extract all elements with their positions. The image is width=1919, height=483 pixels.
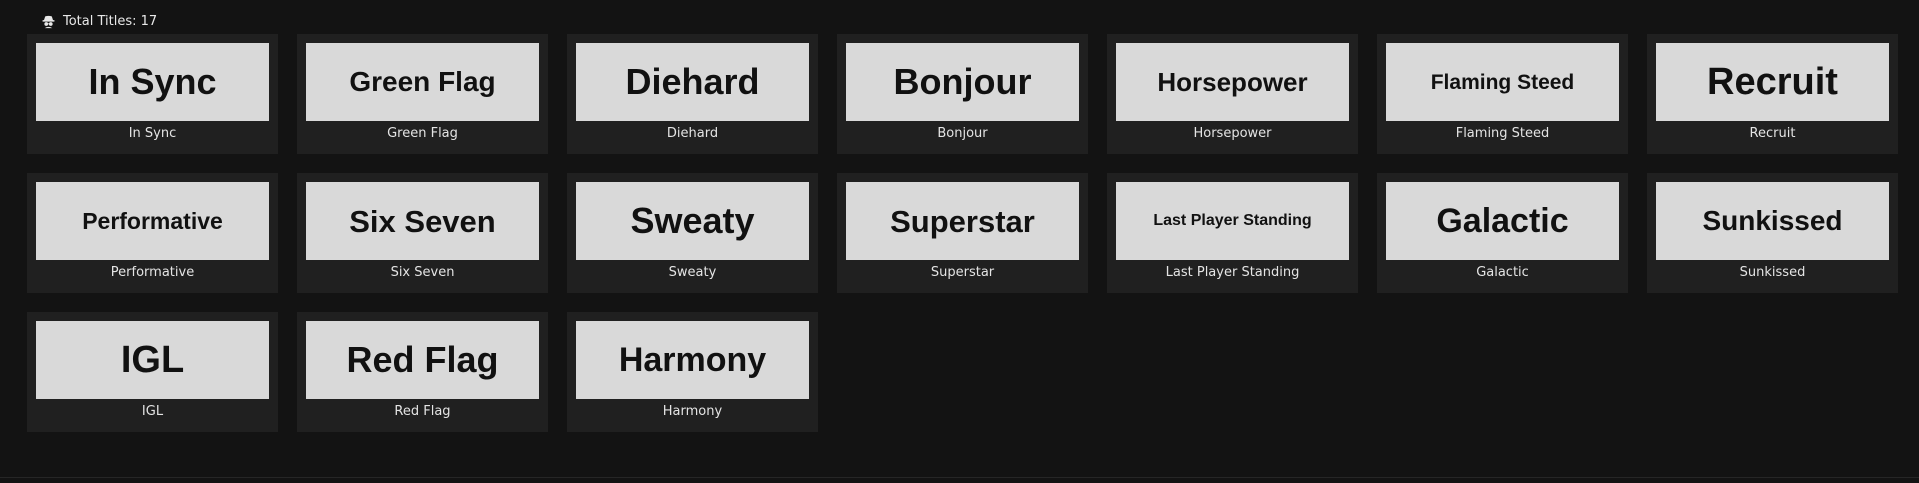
title-plate-text: In Sync [88, 61, 217, 102]
title-card[interactable]: Performative Performative [27, 173, 278, 293]
title-plate: Sweaty [576, 182, 809, 260]
title-caption: Flaming Steed [1455, 126, 1550, 141]
title-card[interactable]: Green Flag Green Flag [297, 34, 548, 154]
title-plate: Diehard [576, 43, 809, 121]
title-caption: Six Seven [390, 265, 455, 280]
title-card[interactable]: Recruit Recruit [1647, 34, 1898, 154]
title-card[interactable]: Six Seven Six Seven [297, 173, 548, 293]
title-card[interactable]: Bonjour Bonjour [837, 34, 1088, 154]
title-card[interactable]: Diehard Diehard [567, 34, 818, 154]
bottom-divider [0, 477, 1919, 478]
title-plate-text: Horsepower [1157, 67, 1308, 97]
title-plate-text: Performative [82, 207, 223, 234]
title-plate: In Sync [36, 43, 269, 121]
title-caption: Diehard [666, 126, 719, 141]
title-plate-text: Red Flag [346, 339, 499, 380]
title-plate: Bonjour [846, 43, 1079, 121]
title-caption: Red Flag [394, 404, 451, 419]
title-plate: IGL [36, 321, 269, 399]
title-caption: Harmony [662, 404, 723, 419]
title-card[interactable]: Sweaty Sweaty [567, 173, 818, 293]
title-plate-text: Recruit [1707, 61, 1838, 103]
title-card[interactable]: Superstar Superstar [837, 173, 1088, 293]
title-plate-text: Bonjour [893, 61, 1032, 102]
title-caption: Bonjour [937, 126, 988, 141]
title-plate: Red Flag [306, 321, 539, 399]
title-plate: Flaming Steed [1386, 43, 1619, 121]
title-plate: Six Seven [306, 182, 539, 260]
title-plate: Harmony [576, 321, 809, 399]
title-plate-text: Flaming Steed [1430, 70, 1575, 94]
title-plate-text: Harmony [618, 341, 767, 379]
title-caption: Green Flag [387, 126, 458, 141]
title-caption: Galactic [1476, 265, 1529, 280]
title-caption: Sweaty [668, 265, 717, 280]
title-card[interactable]: Red Flag Red Flag [297, 312, 548, 432]
title-card[interactable]: IGL IGL [27, 312, 278, 432]
title-plate-text: Sweaty [630, 200, 755, 241]
title-card[interactable]: Harmony Harmony [567, 312, 818, 432]
title-caption: In Sync [128, 126, 177, 141]
title-caption: Last Player Standing [1165, 265, 1300, 280]
title-plate-text: Superstar [890, 203, 1035, 239]
title-plate-text: Diehard [625, 61, 760, 102]
title-plate: Performative [36, 182, 269, 260]
title-caption: Recruit [1749, 126, 1796, 141]
title-plate-text: IGL [120, 339, 185, 381]
spy-agent-icon [40, 13, 57, 30]
title-plate-text: Last Player Standing [1153, 212, 1312, 229]
title-caption: Performative [110, 265, 195, 280]
title-card[interactable]: Horsepower Horsepower [1107, 34, 1358, 154]
titles-grid: In Sync In Sync Green Flag Green Flag Di… [27, 34, 1898, 432]
title-plate-text: Six Seven [349, 203, 496, 239]
total-titles-label: Total Titles: 17 [63, 13, 158, 29]
title-plate: Horsepower [1116, 43, 1349, 121]
title-plate: Green Flag [306, 43, 539, 121]
title-plate: Last Player Standing [1116, 182, 1349, 260]
titles-page: Total Titles: 17 In Sync In Sync Green F… [0, 0, 1919, 483]
title-card[interactable]: Last Player Standing Last Player Standin… [1107, 173, 1358, 293]
title-card[interactable]: Sunkissed Sunkissed [1647, 173, 1898, 293]
title-plate: Superstar [846, 182, 1079, 260]
title-caption: Sunkissed [1739, 265, 1806, 280]
title-caption: Horsepower [1193, 126, 1272, 141]
title-caption: IGL [141, 404, 164, 419]
title-plate-text: Galactic [1436, 202, 1569, 240]
titles-header: Total Titles: 17 [40, 12, 157, 30]
title-plate: Recruit [1656, 43, 1889, 121]
title-plate: Sunkissed [1656, 182, 1889, 260]
title-plate-text: Sunkissed [1702, 205, 1843, 236]
title-card[interactable]: Galactic Galactic [1377, 173, 1628, 293]
title-card[interactable]: In Sync In Sync [27, 34, 278, 154]
title-card[interactable]: Flaming Steed Flaming Steed [1377, 34, 1628, 154]
title-plate: Galactic [1386, 182, 1619, 260]
title-plate-text: Green Flag [349, 66, 496, 97]
title-caption: Superstar [930, 265, 995, 280]
